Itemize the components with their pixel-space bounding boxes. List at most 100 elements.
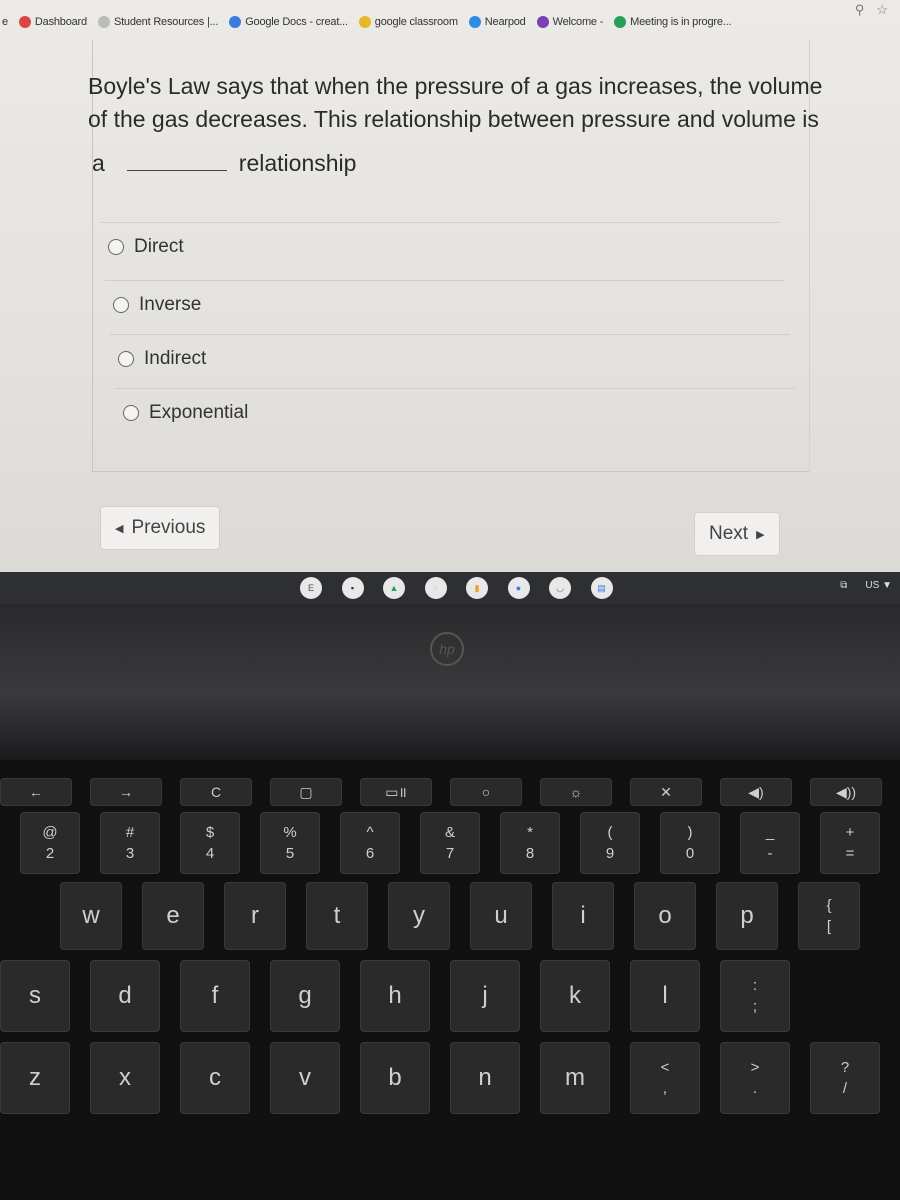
bookmark[interactable]: Nearpod [468, 16, 526, 28]
bookmark[interactable]: Google Docs - creat... [229, 16, 348, 28]
key[interactable]: ✕ [630, 778, 702, 806]
key[interactable]: k [540, 960, 610, 1032]
key[interactable]: u [470, 882, 532, 950]
key[interactable]: * 8 [500, 812, 560, 874]
save-app-icon[interactable]: ▪ [341, 577, 364, 599]
key-label: l [662, 982, 668, 1009]
radio-button[interactable] [123, 404, 139, 421]
drive-icon[interactable]: ▲ [383, 577, 405, 599]
key[interactable]: x [90, 1042, 160, 1114]
system-tray[interactable]: ⧉ US ▼ [840, 580, 892, 591]
key[interactable]: t [306, 882, 368, 950]
key[interactable]: ? / [810, 1042, 880, 1114]
radio-button[interactable] [113, 296, 129, 313]
key[interactable]: d [90, 960, 160, 1032]
classroom-app-icon[interactable]: ◡ [549, 577, 571, 599]
zoom-icon[interactable]: ⚲ [855, 2, 865, 18]
key[interactable]: ○ [450, 778, 522, 806]
key[interactable]: m [540, 1042, 610, 1114]
key[interactable]: & 7 [420, 812, 480, 874]
key[interactable]: c [180, 1042, 250, 1114]
next-button[interactable]: Next ▶ [694, 512, 780, 556]
key[interactable]: <, [630, 1042, 700, 1114]
key[interactable]: ☼ [540, 778, 612, 806]
key[interactable]: #3 [100, 812, 160, 874]
key[interactable]: g [270, 960, 340, 1032]
key-label: u [494, 902, 508, 929]
key[interactable]: ▢ [270, 778, 342, 806]
keep-icon[interactable]: ▮ [466, 577, 488, 599]
hp-logo: hp [430, 632, 464, 666]
key[interactable]: ^ 6 [340, 812, 400, 874]
key[interactable]: → [90, 778, 162, 806]
key-label: ○ [481, 784, 491, 800]
key[interactable]: >. [720, 1042, 790, 1114]
key[interactable]: f [180, 960, 250, 1032]
key[interactable]: + = [820, 812, 880, 874]
key[interactable]: ) 0 [660, 812, 720, 874]
classroom-icon [358, 16, 371, 28]
light-bulb-icon[interactable]: ○ [424, 577, 447, 599]
key[interactable]: e [142, 882, 204, 950]
key[interactable]: _ - [740, 812, 800, 874]
answer-option[interactable]: Exponential [115, 388, 795, 436]
key-label: w [82, 902, 100, 929]
bookmark-label: Dashboard [34, 16, 87, 28]
key[interactable]: b [360, 1042, 430, 1114]
bookmark[interactable]: Welcome - [536, 16, 603, 28]
key-shift-label: < [660, 1059, 670, 1076]
key-label: ▢ [299, 784, 313, 800]
bookmark[interactable]: Dashboard [18, 16, 87, 28]
key[interactable]: $4 [180, 812, 240, 874]
next-label: Next [709, 523, 749, 544]
key[interactable]: :; [720, 960, 790, 1032]
key[interactable]: % 5 [260, 812, 320, 874]
welcome-icon [536, 16, 549, 28]
key[interactable]: p [716, 882, 778, 950]
keyboard: ← → C ▢ ▭॥ ○ ☼ ✕ ◀) ◀)) @2 #3 $4 % 5 ^ 6 & 7 * 8 (9 ) 0 _ - + = w e r t… [0, 760, 900, 1200]
key[interactable]: w [60, 882, 122, 950]
key[interactable]: ◀)) [810, 778, 882, 806]
radio-button[interactable] [118, 350, 134, 367]
chrome-icon[interactable]: ● [507, 577, 530, 599]
e-app-icon[interactable]: E [300, 577, 322, 599]
key[interactable]: o [634, 882, 696, 950]
key-label: e [166, 902, 180, 929]
key[interactable]: l [630, 960, 700, 1032]
question-suffix: relationship [238, 150, 357, 176]
key[interactable]: (9 [580, 812, 640, 874]
key[interactable]: s [0, 960, 70, 1032]
key[interactable]: {[ [798, 882, 860, 950]
key[interactable]: i [552, 882, 614, 950]
answer-option[interactable]: Indirect [110, 334, 790, 382]
bookmark[interactable]: Meeting is in progre... [614, 16, 732, 28]
key[interactable]: @2 [20, 812, 80, 874]
bookmark-label: e [2, 16, 8, 28]
bookmark[interactable]: google classroom [358, 16, 458, 28]
key-label: 0 [685, 845, 695, 862]
key[interactable]: j [450, 960, 520, 1032]
bookmark[interactable]: Student Resources |... [97, 16, 218, 28]
key-label: ☼ [569, 784, 583, 800]
bookmark[interactable]: e [2, 16, 8, 28]
key[interactable]: ← [0, 778, 72, 806]
key[interactable]: ◀) [720, 778, 792, 806]
key-label: 2 [45, 845, 55, 862]
key[interactable]: n [450, 1042, 520, 1114]
answer-option[interactable]: Inverse [105, 280, 785, 328]
answer-option[interactable]: Direct [100, 222, 780, 270]
key[interactable]: z [0, 1042, 70, 1114]
question-text: Boyle's Law says that when the pressure … [88, 73, 823, 132]
key[interactable]: v [270, 1042, 340, 1114]
key[interactable]: y [388, 882, 450, 950]
locale-indicator: US [865, 580, 880, 591]
key[interactable]: r [224, 882, 286, 950]
docs-app-icon[interactable]: ▤ [590, 577, 613, 599]
key[interactable]: ▭॥ [360, 778, 432, 806]
radio-button[interactable] [108, 238, 124, 255]
key[interactable]: C [180, 778, 252, 806]
previous-button[interactable]: ◀ Previous [100, 506, 221, 550]
screen-capture-icon[interactable]: ⧉ [840, 580, 847, 591]
key[interactable]: h [360, 960, 430, 1032]
star-icon[interactable]: ☆ [876, 2, 888, 18]
